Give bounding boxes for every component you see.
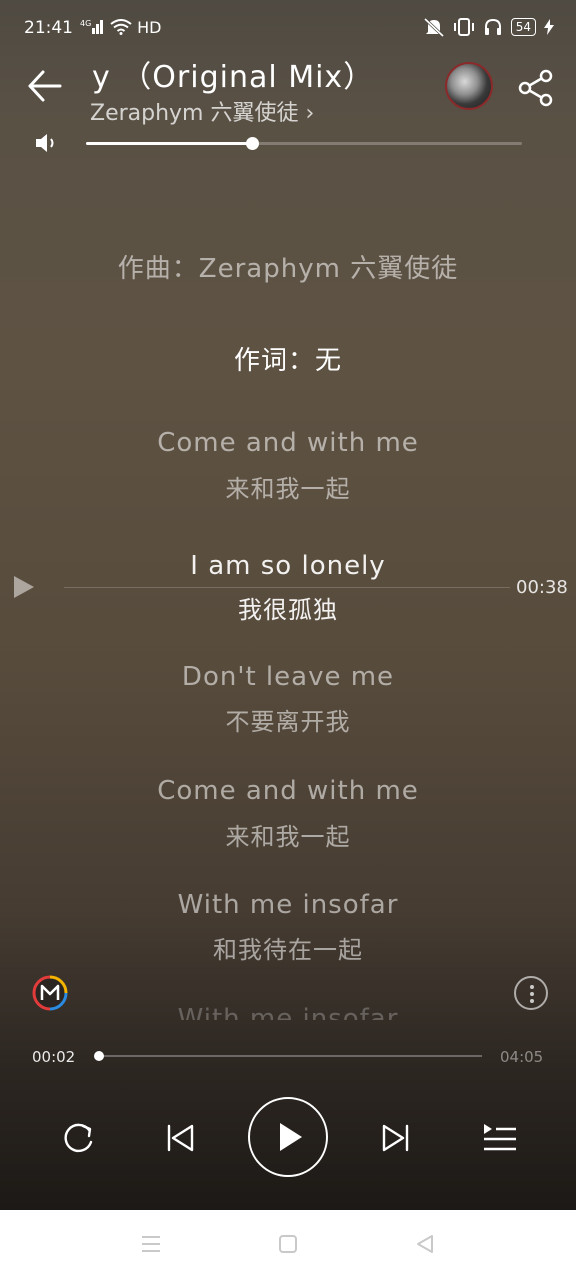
artist-link[interactable]: Zeraphym 六翼使徒 › <box>90 95 314 127</box>
seek-marker-time: 00:38 <box>516 577 568 598</box>
recent-apps-icon[interactable] <box>140 1234 162 1254</box>
home-icon[interactable] <box>277 1234 299 1254</box>
seek-marker-line <box>64 587 510 588</box>
lyric-line: With me insofar <box>177 890 399 920</box>
music-player: 21:41 4G HD 54 y （Original Mix） Zeraphym… <box>0 0 576 1210</box>
lyric-line: Come and with me <box>157 776 419 806</box>
lyric-translation: 和我待在一起 <box>213 936 363 964</box>
lyric-line: Don't leave me <box>181 662 395 692</box>
total-time: 04:05 <box>500 1048 544 1066</box>
vibrate-icon <box>453 18 474 36</box>
headphones-icon <box>484 18 501 35</box>
music-logo-icon[interactable] <box>31 974 69 1012</box>
album-cover-avatar[interactable] <box>445 62 493 110</box>
song-title: y （Original Mix） <box>92 60 375 95</box>
lyric-translation: 来和我一起 <box>225 475 351 503</box>
lyric-line-current: 作词：无 <box>233 346 342 376</box>
previous-track-icon[interactable] <box>158 1116 202 1160</box>
lyric-line: With me insofar <box>177 1004 399 1020</box>
system-nav-bar <box>0 1210 576 1280</box>
signal-label: 4G <box>80 19 91 28</box>
volume-knob[interactable] <box>246 137 259 150</box>
lyric-translation: 来和我一起 <box>225 823 351 851</box>
lyric-line: 作曲：Zeraphym 六翼使徒 <box>117 254 459 284</box>
volume-fill <box>86 142 252 145</box>
network-label: HD <box>137 18 162 37</box>
mute-icon <box>423 17 444 37</box>
current-time: 00:02 <box>32 1048 76 1066</box>
progress-bar[interactable] <box>94 1051 482 1061</box>
lyric-line: Come and with me <box>157 428 419 458</box>
charging-icon <box>544 19 554 35</box>
lyric-translation: 不要离开我 <box>225 708 351 736</box>
next-track-icon[interactable] <box>374 1116 418 1160</box>
volume-icon[interactable] <box>34 132 60 154</box>
play-from-line-icon[interactable] <box>12 574 36 600</box>
lyric-line: I am so lonely <box>190 551 386 581</box>
more-options-icon[interactable] <box>514 976 548 1010</box>
status-time: 21:41 <box>24 18 73 38</box>
status-right: 54 <box>423 17 554 37</box>
back-icon[interactable] <box>26 66 66 106</box>
lyrics-panel[interactable]: 作曲：Zeraphym 六翼使徒 作词：无 Come and with me 来… <box>0 220 576 1020</box>
play-icon <box>280 1123 302 1151</box>
back-nav-icon[interactable] <box>414 1234 436 1254</box>
signal-icon: 4G <box>80 18 106 39</box>
lyric-translation: 我很孤独 <box>238 596 338 624</box>
progress-knob[interactable] <box>94 1051 104 1061</box>
repeat-icon[interactable] <box>56 1116 100 1160</box>
battery-level: 54 <box>510 18 536 36</box>
status-bar: 21:41 4G HD 54 <box>0 0 576 56</box>
volume-slider[interactable] <box>86 137 522 150</box>
playlist-icon[interactable] <box>478 1116 522 1160</box>
share-icon[interactable] <box>516 68 556 108</box>
wifi-icon: HD <box>110 18 161 37</box>
play-button[interactable] <box>248 1097 328 1177</box>
